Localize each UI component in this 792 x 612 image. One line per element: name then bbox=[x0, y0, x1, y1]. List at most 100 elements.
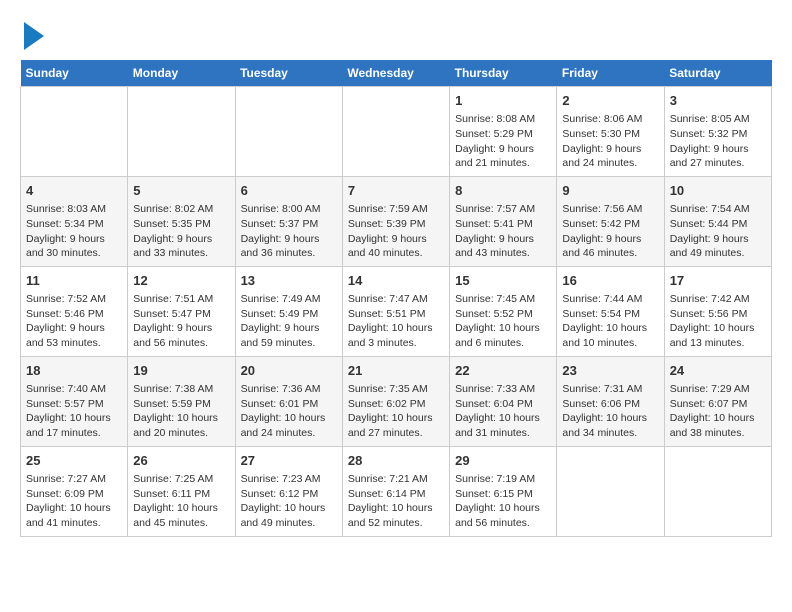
day-info: Sunrise: 7:27 AM Sunset: 6:09 PM Dayligh… bbox=[26, 472, 122, 531]
table-row: 13 Sunrise: 7:49 AM Sunset: 5:49 PM Dayli… bbox=[235, 266, 342, 356]
day-info: Sunrise: 7:44 AM Sunset: 5:54 PM Dayligh… bbox=[562, 292, 658, 351]
day-info: Sunrise: 7:49 AM Sunset: 5:49 PM Dayligh… bbox=[241, 292, 337, 351]
table-row: 10 Sunrise: 7:54 AM Sunset: 5:44 PM Dayli… bbox=[664, 176, 771, 266]
day-number: 12 bbox=[133, 272, 229, 290]
calendar-header: Sunday Monday Tuesday Wednesday Thursday… bbox=[21, 60, 772, 87]
table-row: 27 Sunrise: 7:23 AM Sunset: 6:12 PM Dayli… bbox=[235, 446, 342, 536]
header-sunday: Sunday bbox=[21, 60, 128, 87]
day-info: Sunrise: 7:19 AM Sunset: 6:15 PM Dayligh… bbox=[455, 472, 551, 531]
table-row: 22Sunrise: 7:33 AM Sunset: 6:04 PM Dayli… bbox=[450, 356, 557, 446]
table-row bbox=[342, 87, 449, 177]
day-info: Sunrise: 7:51 AM Sunset: 5:47 PM Dayligh… bbox=[133, 292, 229, 351]
day-info: Sunrise: 7:35 AM Sunset: 6:02 PM Dayligh… bbox=[348, 382, 444, 441]
day-number: 16 bbox=[562, 272, 658, 290]
day-number: 9 bbox=[562, 182, 658, 200]
day-info: Sunrise: 8:05 AM Sunset: 5:32 PM Dayligh… bbox=[670, 112, 766, 171]
day-info: Sunrise: 7:31 AM Sunset: 6:06 PM Dayligh… bbox=[562, 382, 658, 441]
calendar-table: Sunday Monday Tuesday Wednesday Thursday… bbox=[20, 60, 772, 537]
day-info: Sunrise: 7:59 AM Sunset: 5:39 PM Dayligh… bbox=[348, 202, 444, 261]
week-row-3: 11 Sunrise: 7:52 AM Sunset: 5:46 PM Dayli… bbox=[21, 266, 772, 356]
day-info: Sunrise: 7:54 AM Sunset: 5:44 PM Dayligh… bbox=[670, 202, 766, 261]
day-info: Sunrise: 7:56 AM Sunset: 5:42 PM Dayligh… bbox=[562, 202, 658, 261]
table-row: 9 Sunrise: 7:56 AM Sunset: 5:42 PM Daylig… bbox=[557, 176, 664, 266]
day-number: 3 bbox=[670, 92, 766, 110]
table-row: 20 Sunrise: 7:36 AM Sunset: 6:01 PM Dayli… bbox=[235, 356, 342, 446]
table-row bbox=[664, 446, 771, 536]
table-row: 4 Sunrise: 8:03 AM Sunset: 5:34 PM Daylig… bbox=[21, 176, 128, 266]
table-row: 15 Sunrise: 7:45 AM Sunset: 5:52 PM Dayli… bbox=[450, 266, 557, 356]
day-number: 19 bbox=[133, 362, 229, 380]
table-row: 17Sunrise: 7:42 AM Sunset: 5:56 PM Dayli… bbox=[664, 266, 771, 356]
table-row: 16 Sunrise: 7:44 AM Sunset: 5:54 PM Dayli… bbox=[557, 266, 664, 356]
day-info: Sunrise: 7:47 AM Sunset: 5:51 PM Dayligh… bbox=[348, 292, 444, 351]
day-number: 20 bbox=[241, 362, 337, 380]
day-info: Sunrise: 8:06 AM Sunset: 5:30 PM Dayligh… bbox=[562, 112, 658, 171]
day-number: 26 bbox=[133, 452, 229, 470]
page-header bbox=[20, 20, 772, 50]
header-monday: Monday bbox=[128, 60, 235, 87]
day-info: Sunrise: 7:57 AM Sunset: 5:41 PM Dayligh… bbox=[455, 202, 551, 261]
logo bbox=[20, 20, 44, 50]
table-row: 6 Sunrise: 8:00 AM Sunset: 5:37 PM Daylig… bbox=[235, 176, 342, 266]
table-row: 1 Sunrise: 8:08 AM Sunset: 5:29 PM Daylig… bbox=[450, 87, 557, 177]
day-info: Sunrise: 8:03 AM Sunset: 5:34 PM Dayligh… bbox=[26, 202, 122, 261]
day-number: 22 bbox=[455, 362, 551, 380]
table-row bbox=[128, 87, 235, 177]
day-number: 13 bbox=[241, 272, 337, 290]
table-row: 2 Sunrise: 8:06 AM Sunset: 5:30 PM Daylig… bbox=[557, 87, 664, 177]
table-row: 8Sunrise: 7:57 AM Sunset: 5:41 PM Daylig… bbox=[450, 176, 557, 266]
day-info: Sunrise: 7:21 AM Sunset: 6:14 PM Dayligh… bbox=[348, 472, 444, 531]
week-row-4: 18Sunrise: 7:40 AM Sunset: 5:57 PM Dayli… bbox=[21, 356, 772, 446]
week-row-5: 25 Sunrise: 7:27 AM Sunset: 6:09 PM Dayli… bbox=[21, 446, 772, 536]
table-row: 19 Sunrise: 7:38 AM Sunset: 5:59 PM Dayli… bbox=[128, 356, 235, 446]
table-row: 3 Sunrise: 8:05 AM Sunset: 5:32 PM Daylig… bbox=[664, 87, 771, 177]
header-wednesday: Wednesday bbox=[342, 60, 449, 87]
day-number: 4 bbox=[26, 182, 122, 200]
week-row-1: 1 Sunrise: 8:08 AM Sunset: 5:29 PM Daylig… bbox=[21, 87, 772, 177]
table-row: 18Sunrise: 7:40 AM Sunset: 5:57 PM Dayli… bbox=[21, 356, 128, 446]
day-info: Sunrise: 8:02 AM Sunset: 5:35 PM Dayligh… bbox=[133, 202, 229, 261]
table-row: 7 Sunrise: 7:59 AM Sunset: 5:39 PM Daylig… bbox=[342, 176, 449, 266]
day-info: Sunrise: 8:00 AM Sunset: 5:37 PM Dayligh… bbox=[241, 202, 337, 261]
day-info: Sunrise: 7:23 AM Sunset: 6:12 PM Dayligh… bbox=[241, 472, 337, 531]
day-info: Sunrise: 7:45 AM Sunset: 5:52 PM Dayligh… bbox=[455, 292, 551, 351]
table-row: 23 Sunrise: 7:31 AM Sunset: 6:06 PM Dayli… bbox=[557, 356, 664, 446]
table-row: 28Sunrise: 7:21 AM Sunset: 6:14 PM Dayli… bbox=[342, 446, 449, 536]
calendar-body: 1 Sunrise: 8:08 AM Sunset: 5:29 PM Daylig… bbox=[21, 87, 772, 537]
day-number: 1 bbox=[455, 92, 551, 110]
table-row: 26 Sunrise: 7:25 AM Sunset: 6:11 PM Dayli… bbox=[128, 446, 235, 536]
day-number: 7 bbox=[348, 182, 444, 200]
day-info: Sunrise: 8:08 AM Sunset: 5:29 PM Dayligh… bbox=[455, 112, 551, 171]
day-number: 21 bbox=[348, 362, 444, 380]
day-number: 2 bbox=[562, 92, 658, 110]
day-number: 10 bbox=[670, 182, 766, 200]
week-row-2: 4 Sunrise: 8:03 AM Sunset: 5:34 PM Daylig… bbox=[21, 176, 772, 266]
day-info: Sunrise: 7:38 AM Sunset: 5:59 PM Dayligh… bbox=[133, 382, 229, 441]
table-row: 5 Sunrise: 8:02 AM Sunset: 5:35 PM Daylig… bbox=[128, 176, 235, 266]
header-tuesday: Tuesday bbox=[235, 60, 342, 87]
table-row: 11 Sunrise: 7:52 AM Sunset: 5:46 PM Dayli… bbox=[21, 266, 128, 356]
day-info: Sunrise: 7:40 AM Sunset: 5:57 PM Dayligh… bbox=[26, 382, 122, 441]
day-number: 11 bbox=[26, 272, 122, 290]
day-number: 6 bbox=[241, 182, 337, 200]
logo-arrow-icon bbox=[24, 22, 44, 50]
day-number: 24 bbox=[670, 362, 766, 380]
table-row: 24 Sunrise: 7:29 AM Sunset: 6:07 PM Dayli… bbox=[664, 356, 771, 446]
weekday-header-row: Sunday Monday Tuesday Wednesday Thursday… bbox=[21, 60, 772, 87]
day-info: Sunrise: 7:29 AM Sunset: 6:07 PM Dayligh… bbox=[670, 382, 766, 441]
day-number: 25 bbox=[26, 452, 122, 470]
table-row: 21 Sunrise: 7:35 AM Sunset: 6:02 PM Dayli… bbox=[342, 356, 449, 446]
day-number: 17 bbox=[670, 272, 766, 290]
day-info: Sunrise: 7:36 AM Sunset: 6:01 PM Dayligh… bbox=[241, 382, 337, 441]
header-friday: Friday bbox=[557, 60, 664, 87]
day-info: Sunrise: 7:52 AM Sunset: 5:46 PM Dayligh… bbox=[26, 292, 122, 351]
day-number: 14 bbox=[348, 272, 444, 290]
day-number: 23 bbox=[562, 362, 658, 380]
table-row bbox=[21, 87, 128, 177]
header-thursday: Thursday bbox=[450, 60, 557, 87]
table-row bbox=[557, 446, 664, 536]
day-info: Sunrise: 7:25 AM Sunset: 6:11 PM Dayligh… bbox=[133, 472, 229, 531]
day-number: 27 bbox=[241, 452, 337, 470]
day-number: 5 bbox=[133, 182, 229, 200]
day-number: 15 bbox=[455, 272, 551, 290]
